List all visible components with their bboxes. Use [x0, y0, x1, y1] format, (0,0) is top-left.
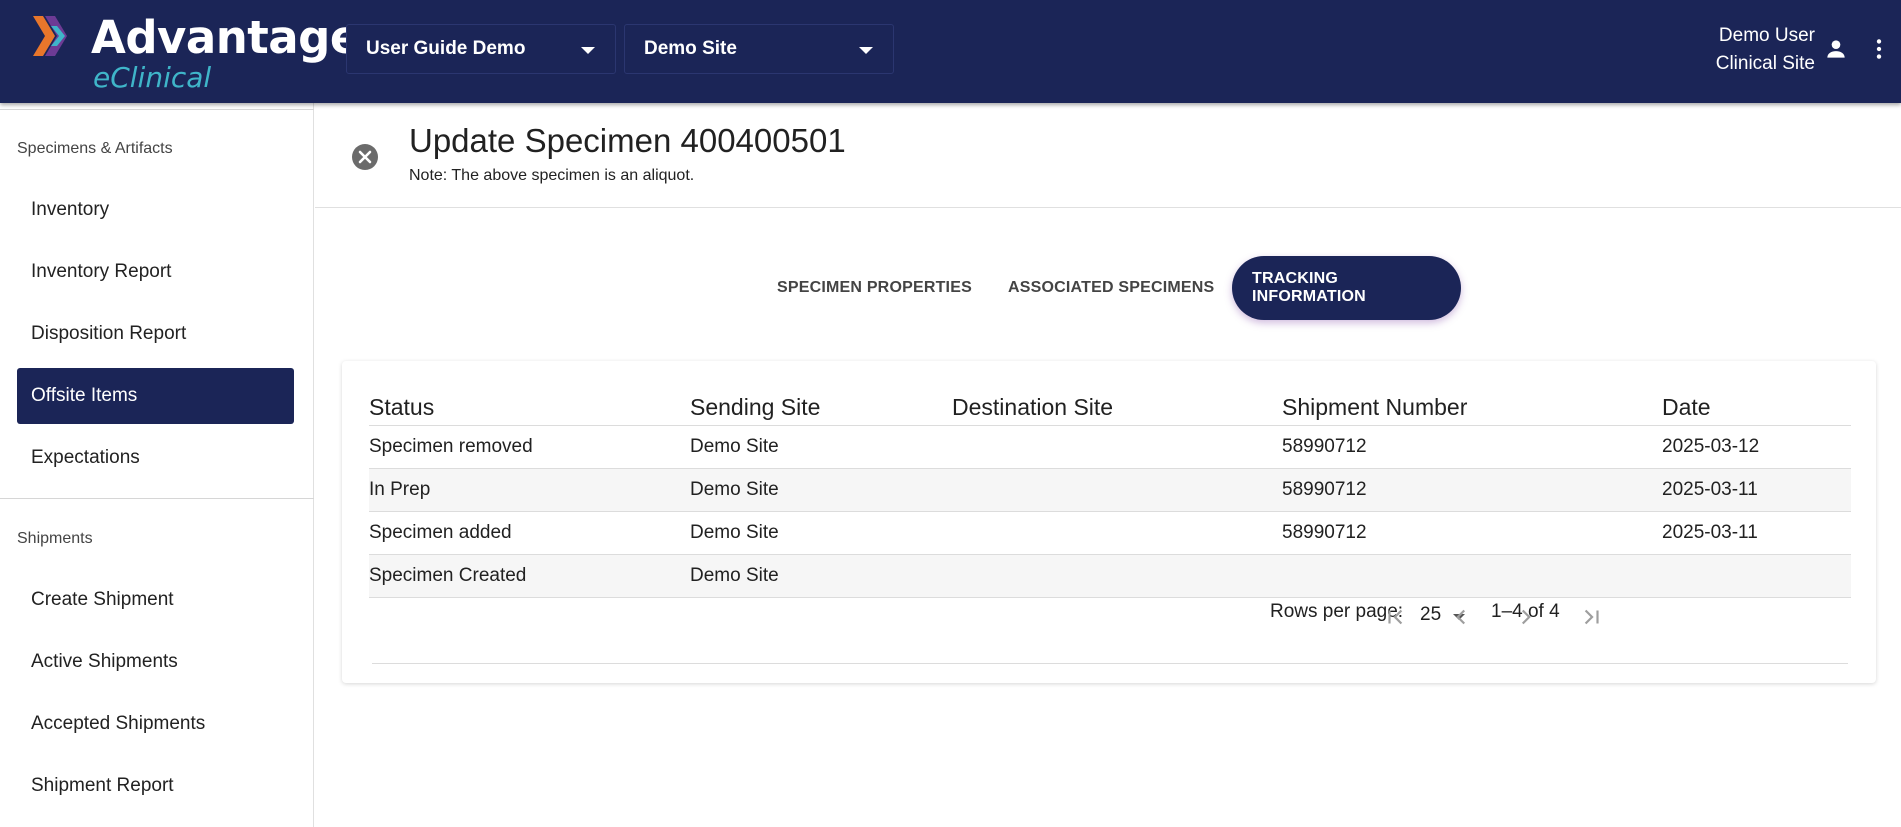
table-header-row: Status Sending Site Destination Site Shi…: [369, 381, 1851, 426]
previous-page-icon[interactable]: [1448, 604, 1474, 630]
table-row[interactable]: Specimen removed Demo Site 58990712 2025…: [369, 425, 1851, 469]
cell-shipment-number: 58990712: [1282, 511, 1662, 555]
main-content: Update Specimen 400400501 Note: The abov…: [315, 103, 1901, 827]
page-title: Update Specimen 400400501: [409, 122, 846, 159]
cell-sending-site: Demo Site: [690, 425, 952, 469]
column-header-destination-site[interactable]: Destination Site: [952, 381, 1282, 426]
site-select[interactable]: Demo Site: [624, 24, 894, 74]
tracking-table: Status Sending Site Destination Site Shi…: [369, 381, 1851, 598]
sidebar-item-offsite-items[interactable]: Offsite Items: [17, 368, 294, 424]
card-divider: [372, 663, 1848, 664]
cell-destination-site: [952, 468, 1282, 512]
sidebar-item-active-shipments[interactable]: Active Shipments: [17, 634, 294, 690]
column-header-status[interactable]: Status: [369, 381, 690, 426]
cell-date: 2025-03-12: [1662, 425, 1851, 469]
study-select-value: User Guide Demo: [366, 38, 526, 59]
close-icon[interactable]: [351, 143, 379, 171]
chevron-down-icon: [859, 47, 873, 54]
account-icon[interactable]: [1823, 36, 1849, 62]
tracking-table-card: Status Sending Site Destination Site Shi…: [342, 361, 1876, 683]
page-header: Update Specimen 400400501 Note: The abov…: [315, 103, 1901, 208]
cell-sending-site: Demo Site: [690, 511, 952, 555]
cell-sending-site: Demo Site: [690, 554, 952, 598]
app-header: Advantage eClinical User Guide Demo Demo…: [0, 0, 1901, 103]
user-info: Demo User Clinical Site: [1716, 22, 1815, 78]
user-name: Demo User: [1718, 25, 1815, 46]
first-page-icon[interactable]: [1383, 604, 1409, 630]
cell-destination-site: [952, 425, 1282, 469]
cell-date: 2025-03-11: [1662, 511, 1851, 555]
tab-bar: SPECIMEN PROPERTIES ASSOCIATED SPECIMENS…: [315, 256, 1901, 320]
table-row[interactable]: In Prep Demo Site 58990712 2025-03-11: [369, 468, 1851, 512]
sidebar-item-create-shipment[interactable]: Create Shipment: [17, 572, 294, 628]
cell-status: In Prep: [369, 468, 690, 512]
tab-tracking-information[interactable]: TRACKING INFORMATION: [1232, 256, 1461, 320]
tab-specimen-properties[interactable]: SPECIMEN PROPERTIES: [757, 256, 992, 320]
sidebar: Specimens & Artifacts Inventory Inventor…: [0, 103, 314, 827]
cell-status: Specimen Created: [369, 554, 690, 598]
site-select-value: Demo Site: [644, 38, 737, 59]
cell-shipment-number: 58990712: [1282, 425, 1662, 469]
cell-date: [1662, 554, 1851, 598]
logo-chevrons-icon: [33, 16, 67, 56]
rows-per-page-select[interactable]: 25: [1420, 604, 1441, 626]
cell-date: 2025-03-11: [1662, 468, 1851, 512]
cell-shipment-number: [1282, 554, 1662, 598]
logo-subtitle: eClinical: [93, 61, 212, 94]
last-page-icon[interactable]: [1578, 604, 1604, 630]
sidebar-divider: [0, 498, 314, 499]
logo-title: Advantage: [91, 11, 360, 64]
sidebar-item-accepted-shipments[interactable]: Accepted Shipments: [17, 696, 294, 752]
sidebar-divider: [0, 109, 314, 110]
app-logo[interactable]: Advantage eClinical: [33, 12, 360, 94]
tab-associated-specimens[interactable]: ASSOCIATED SPECIMENS: [988, 256, 1234, 320]
chevron-down-icon: [581, 47, 595, 54]
cell-status: Specimen removed: [369, 425, 690, 469]
cell-shipment-number: 58990712: [1282, 468, 1662, 512]
column-header-date[interactable]: Date: [1662, 381, 1851, 426]
sidebar-item-expectations[interactable]: Expectations: [17, 430, 294, 486]
cell-destination-site: [952, 511, 1282, 555]
sidebar-section-specimens: Specimens & Artifacts: [17, 140, 173, 157]
study-select[interactable]: User Guide Demo: [346, 24, 616, 74]
table-row[interactable]: Specimen Created Demo Site: [369, 554, 1851, 598]
next-page-icon[interactable]: [1513, 604, 1539, 630]
sidebar-item-shipment-report[interactable]: Shipment Report: [17, 758, 294, 814]
sidebar-section-shipments: Shipments: [17, 530, 93, 547]
column-header-sending-site[interactable]: Sending Site: [690, 381, 952, 426]
page-note: Note: The above specimen is an aliquot.: [409, 167, 695, 184]
cell-destination-site: [952, 554, 1282, 598]
table-paginator: Rows per page: 25 1–4 of 4: [342, 596, 1876, 636]
cell-status: Specimen added: [369, 511, 690, 555]
cell-sending-site: Demo Site: [690, 468, 952, 512]
sidebar-item-inventory-report[interactable]: Inventory Report: [17, 244, 294, 300]
table-row[interactable]: Specimen added Demo Site 58990712 2025-0…: [369, 511, 1851, 555]
sidebar-item-inventory[interactable]: Inventory: [17, 182, 294, 238]
more-vert-icon[interactable]: [1866, 36, 1892, 62]
user-role: Clinical Site: [1715, 53, 1815, 74]
column-header-shipment-number[interactable]: Shipment Number: [1282, 381, 1662, 426]
sidebar-item-disposition-report[interactable]: Disposition Report: [17, 306, 294, 362]
